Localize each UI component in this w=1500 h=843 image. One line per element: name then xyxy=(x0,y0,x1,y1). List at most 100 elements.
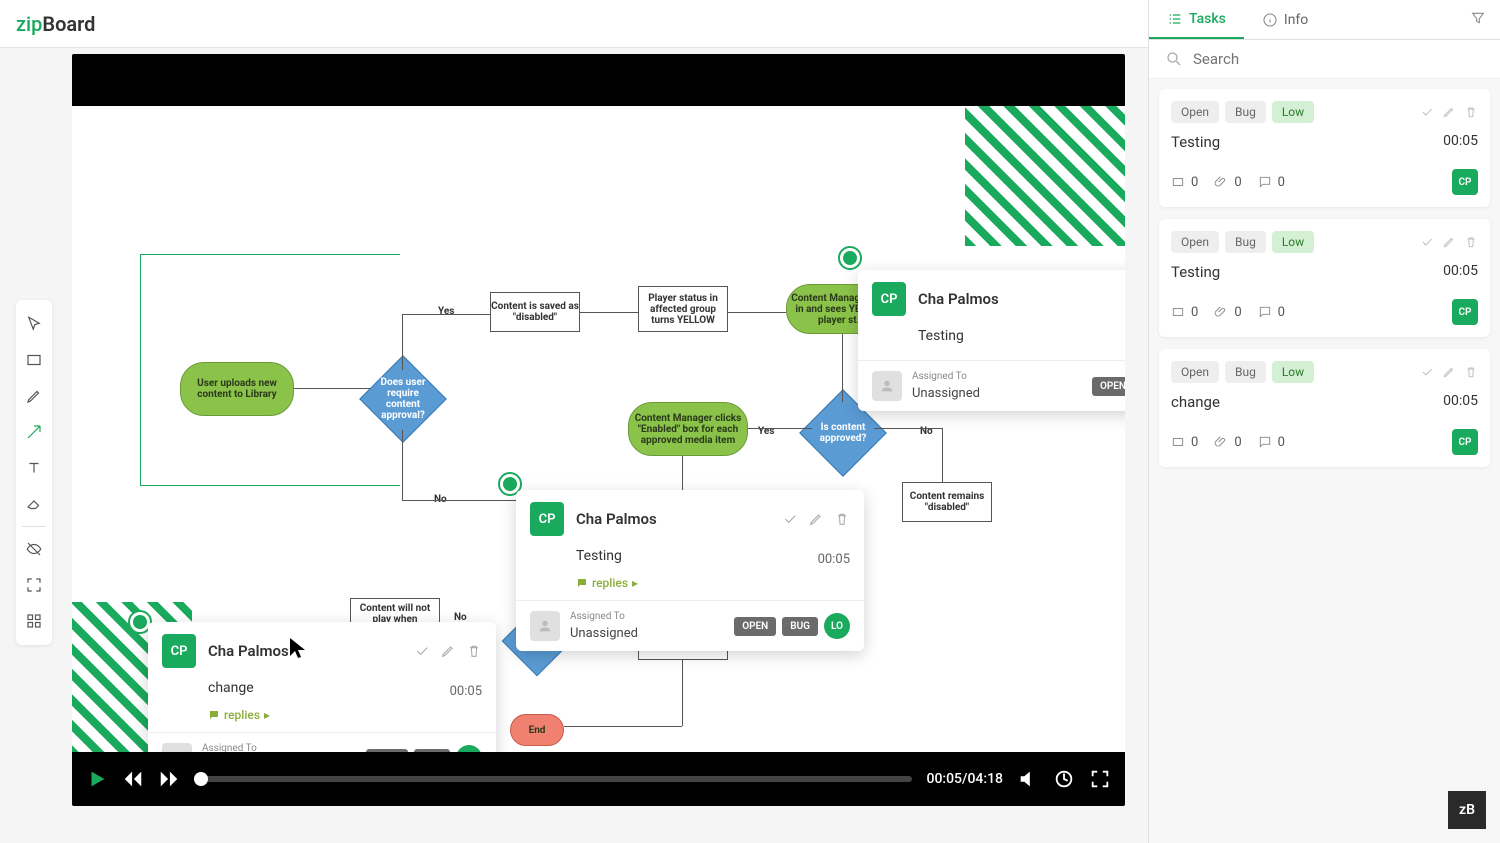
task-assignee-avatar[interactable]: CP xyxy=(1452,169,1478,195)
delete-icon[interactable] xyxy=(1464,365,1478,379)
priority-low-chip[interactable]: LO xyxy=(824,613,850,639)
commenter-name: Cha Palmos xyxy=(208,642,289,660)
resolve-icon[interactable] xyxy=(1420,235,1434,249)
delete-icon[interactable] xyxy=(466,643,482,659)
grid-tool[interactable] xyxy=(16,603,52,639)
annotation-marker-3[interactable] xyxy=(838,246,862,270)
commenter-avatar: CP xyxy=(872,282,906,316)
task-status-chip[interactable]: Open xyxy=(1171,361,1219,383)
flow-node-end: End xyxy=(510,714,564,746)
replies-link[interactable]: replies ▸ xyxy=(208,708,482,722)
tasks-panel: Tasks Info Open Bug Low xyxy=(1148,0,1500,843)
flow-node-remains-disabled: Content remains "disabled" xyxy=(902,482,992,522)
task-timestamp: 00:05 xyxy=(1443,393,1478,411)
edit-icon[interactable] xyxy=(808,511,824,527)
task-assignee-avatar[interactable]: CP xyxy=(1452,429,1478,455)
task-priority-chip[interactable]: Low xyxy=(1272,101,1314,123)
rewind-button[interactable] xyxy=(122,768,144,790)
delete-icon[interactable] xyxy=(1464,105,1478,119)
fullscreen-button[interactable] xyxy=(1089,768,1111,790)
comment-popup-3: CP Cha Palmos Testing Assigned To Unassi… xyxy=(858,270,1125,411)
task-timestamp: 00:05 xyxy=(1443,133,1478,151)
comment-text: change xyxy=(208,680,254,696)
comment-text: Testing xyxy=(918,328,1125,344)
rectangle-tool[interactable] xyxy=(16,342,52,378)
priority-low-chip[interactable]: LO xyxy=(456,745,482,752)
volume-button[interactable] xyxy=(1017,768,1039,790)
tab-tasks[interactable]: Tasks xyxy=(1149,0,1244,39)
toolbar-divider xyxy=(22,526,46,527)
pointer-tool[interactable] xyxy=(16,306,52,342)
edit-icon[interactable] xyxy=(1442,105,1456,119)
commenter-avatar: CP xyxy=(530,502,564,536)
task-priority-chip[interactable]: Low xyxy=(1272,231,1314,253)
type-bug-chip[interactable]: BUG xyxy=(414,749,450,753)
task-card[interactable]: Open Bug Low change 00:05 0 0 0 xyxy=(1159,349,1490,467)
task-type-chip[interactable]: Bug xyxy=(1225,361,1266,383)
task-status-chip[interactable]: Open xyxy=(1171,101,1219,123)
video-frame: User uploads new content to Library Does… xyxy=(72,106,1125,752)
forward-button[interactable] xyxy=(158,768,180,790)
brand-badge: zB xyxy=(1448,791,1486,829)
task-card[interactable]: Open Bug Low Testing 00:05 0 0 0 xyxy=(1159,219,1490,337)
stat-attachments: 0 xyxy=(1214,175,1241,190)
tab-info[interactable]: Info xyxy=(1244,0,1326,39)
assignee-avatar-placeholder xyxy=(872,371,902,401)
progress-knob[interactable] xyxy=(194,772,208,786)
filter-icon xyxy=(1470,10,1486,26)
resolve-icon[interactable] xyxy=(782,511,798,527)
fullscreen-tool[interactable] xyxy=(16,567,52,603)
status-open-chip[interactable]: OPEN xyxy=(734,617,776,636)
flow-node-manager-enable: Content Manager clicks "Enabled" box for… xyxy=(628,402,748,456)
assignee-name[interactable]: Unassigned xyxy=(570,626,638,641)
edit-icon[interactable] xyxy=(440,643,456,659)
edit-icon[interactable] xyxy=(1442,235,1456,249)
commenter-name: Cha Palmos xyxy=(576,510,657,528)
assignee-name[interactable]: Unassigned xyxy=(912,386,980,401)
eraser-tool[interactable] xyxy=(16,486,52,522)
task-title: Testing xyxy=(1171,263,1220,281)
pencil-tool[interactable] xyxy=(16,378,52,414)
list-icon xyxy=(1167,11,1183,27)
arrow-tool[interactable] xyxy=(16,414,52,450)
comment-popup-1: CP Cha Palmos change 00:05 replie xyxy=(148,622,496,752)
stat-screenshots: 0 xyxy=(1171,305,1198,320)
assigned-to-label: Assigned To xyxy=(202,743,270,752)
settings-button[interactable] xyxy=(1053,768,1075,790)
time-display: 00:05/04:18 xyxy=(926,771,1003,787)
hide-annotations-tool[interactable] xyxy=(16,531,52,567)
decoration-stripes-top xyxy=(965,106,1125,246)
stat-comments: 0 xyxy=(1258,305,1285,320)
text-tool[interactable] xyxy=(16,450,52,486)
filter-button[interactable] xyxy=(1456,0,1500,39)
task-type-chip[interactable]: Bug xyxy=(1225,231,1266,253)
play-button[interactable] xyxy=(86,768,108,790)
commenter-avatar: CP xyxy=(162,634,196,668)
status-open-chip[interactable]: OPEN xyxy=(1092,377,1125,396)
replies-link[interactable]: replies ▸ xyxy=(576,576,850,590)
task-priority-chip[interactable]: Low xyxy=(1272,361,1314,383)
comment-text: Testing xyxy=(576,548,622,564)
delete-icon[interactable] xyxy=(1464,235,1478,249)
assignee-avatar-placeholder xyxy=(162,743,192,752)
info-icon xyxy=(1262,12,1278,28)
status-open-chip[interactable]: OPEN xyxy=(366,749,408,753)
resolve-icon[interactable] xyxy=(1420,105,1434,119)
resolve-icon[interactable] xyxy=(1420,365,1434,379)
video-stage: User uploads new content to Library Does… xyxy=(72,54,1125,806)
search-input[interactable] xyxy=(1193,50,1484,68)
task-type-chip[interactable]: Bug xyxy=(1225,101,1266,123)
edit-icon[interactable] xyxy=(1442,365,1456,379)
task-status-chip[interactable]: Open xyxy=(1171,231,1219,253)
task-title: Testing xyxy=(1171,133,1220,151)
flow-label-yes-1: Yes xyxy=(438,306,454,317)
task-card[interactable]: Open Bug Low Testing 00:05 0 0 0 xyxy=(1159,89,1490,207)
search-icon xyxy=(1165,50,1183,68)
progress-bar[interactable] xyxy=(194,776,912,782)
resolve-icon[interactable] xyxy=(414,643,430,659)
stat-screenshots: 0 xyxy=(1171,435,1198,450)
type-bug-chip[interactable]: BUG xyxy=(782,617,818,636)
delete-icon[interactable] xyxy=(834,511,850,527)
stat-screenshots: 0 xyxy=(1171,175,1198,190)
task-assignee-avatar[interactable]: CP xyxy=(1452,299,1478,325)
